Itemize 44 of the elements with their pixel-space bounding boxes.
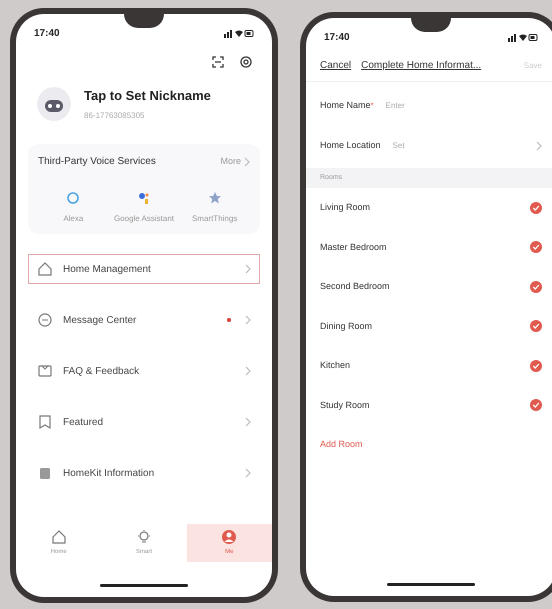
status-time: 17:40: [324, 30, 350, 44]
room-row[interactable]: Dining Room: [306, 306, 552, 346]
chevron-icon: [245, 366, 251, 376]
envelope-icon: [37, 363, 53, 379]
cancel-link[interactable]: Cancel: [320, 58, 352, 73]
chevron-icon: [245, 468, 251, 478]
menu-item[interactable]: Message Center: [28, 305, 260, 335]
chevron-icon: [245, 417, 251, 427]
bulb-icon: [136, 528, 152, 544]
menu-item[interactable]: HomeKit Information: [28, 458, 260, 488]
menu-item[interactable]: Home Management: [28, 254, 260, 284]
house-icon: [37, 261, 53, 277]
menu-item[interactable]: FAQ & Feedback: [28, 356, 260, 386]
room-row[interactable]: Kitchen: [306, 346, 552, 386]
page-title: Complete Home Informat...: [361, 59, 482, 73]
house-icon: [50, 528, 67, 544]
required-marker: *: [370, 100, 374, 112]
status-time: 17:40: [34, 26, 60, 40]
room-row[interactable]: Living Room: [306, 188, 552, 228]
room-row[interactable]: Study Room: [306, 386, 552, 425]
ring-icon: [66, 191, 80, 205]
bookmark-icon: [37, 414, 53, 430]
chevron-icon: [245, 264, 251, 274]
circle-icon: [37, 312, 53, 328]
status-icons: [508, 32, 538, 42]
room-row[interactable]: Second Bedroom: [306, 267, 552, 306]
chevron-icon: [244, 156, 250, 166]
section-title: Third-Party Voice Services: [38, 155, 156, 169]
status-icons: [224, 28, 254, 38]
avatar-icon[interactable]: [36, 86, 72, 122]
star-icon: [208, 191, 222, 205]
form-row[interactable]: Home Location Set: [306, 126, 552, 166]
nickname[interactable]: Tap to Set Nickname: [84, 86, 211, 106]
room-row[interactable]: Master Bedroom: [306, 228, 552, 267]
dots-icon: [136, 191, 151, 205]
scan-icon[interactable]: [212, 56, 224, 68]
account-number: 86-17763085305: [84, 110, 146, 122]
person-icon: [221, 528, 238, 544]
settings-icon[interactable]: [240, 56, 252, 68]
add-room-link[interactable]: Add Room: [306, 425, 552, 465]
chevron-icon: [245, 315, 251, 325]
menu-item[interactable]: Featured: [28, 407, 260, 437]
form-row[interactable]: Home Name* Enter: [306, 86, 552, 126]
box-icon: [37, 465, 53, 481]
